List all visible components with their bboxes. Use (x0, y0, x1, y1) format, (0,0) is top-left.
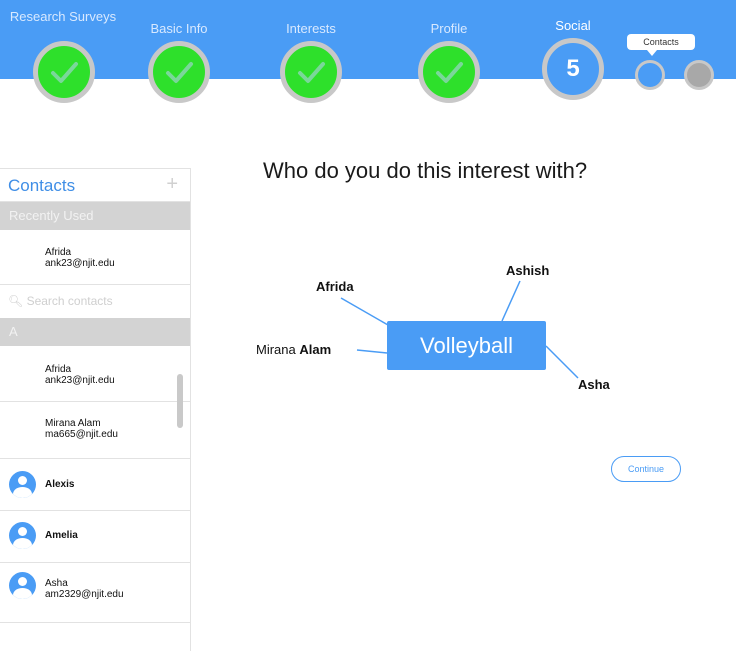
connected-contact-afrida[interactable]: Afrida (316, 279, 354, 294)
connection-lines (340, 280, 579, 379)
contact-first-name: Mirana (256, 342, 296, 357)
connected-contact-asha[interactable]: Asha (578, 377, 610, 392)
continue-button[interactable]: Continue (611, 456, 681, 482)
connector-ashish (501, 280, 521, 322)
connector-asha (545, 345, 579, 379)
interest-node-volleyball[interactable]: Volleyball (387, 321, 546, 370)
contact-last-name: Alam (299, 342, 332, 357)
connected-contact-ashish[interactable]: Ashish (506, 263, 549, 278)
connected-contact-mirana[interactable]: Mirana Alam (256, 342, 331, 357)
connector-afrida (340, 297, 389, 326)
connector-mirana (356, 349, 388, 354)
